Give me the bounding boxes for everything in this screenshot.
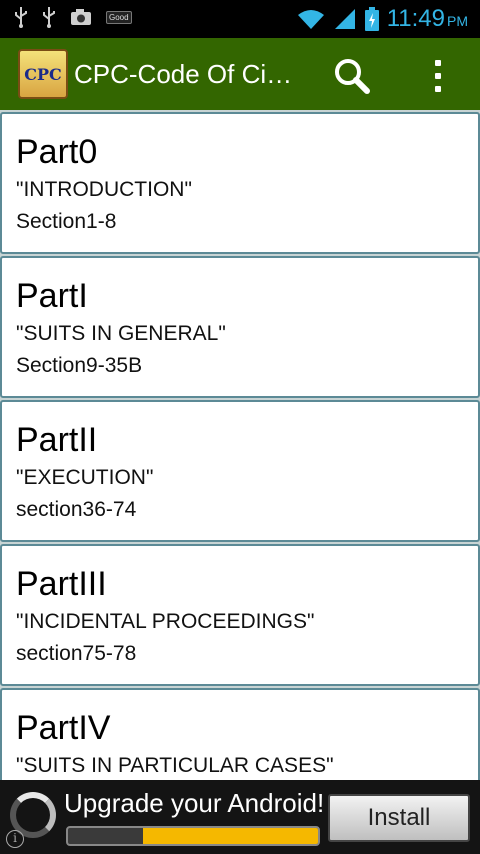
- list-item[interactable]: PartIII "INCIDENTAL PROCEEDINGS" section…: [0, 544, 480, 686]
- part-name: PartI: [16, 277, 88, 315]
- overflow-menu-icon-dot: [435, 73, 441, 79]
- list-item[interactable]: PartII "EXECUTION" section36-74: [0, 400, 480, 542]
- signal-icon: [334, 9, 355, 29]
- notification-icons: Good: [14, 6, 132, 28]
- ad-banner[interactable]: Upgrade your Android! Install: [0, 780, 480, 854]
- part-title: "INTRODUCTION": [16, 178, 192, 201]
- part-title: "EXECUTION": [16, 466, 154, 489]
- list-item[interactable]: PartI "SUITS IN GENERAL" Section9-35B: [0, 256, 480, 398]
- action-bar: CPC CPC-Code Of Civil Procedure: [0, 38, 480, 110]
- clock: 11:49 PM: [387, 5, 468, 33]
- battery-charging-icon: [364, 7, 379, 31]
- list-item[interactable]: Part0 "INTRODUCTION" Section1-8: [0, 112, 480, 254]
- overflow-menu-icon: [435, 60, 441, 66]
- part-sections: Section9-35B: [16, 354, 143, 377]
- part-name: PartII: [16, 421, 98, 459]
- ad-headline: Upgrade your Android!: [64, 788, 325, 818]
- good-badge: Good: [106, 10, 132, 24]
- part-sections: Section1-8: [16, 210, 117, 233]
- parts-list[interactable]: Part0 "INTRODUCTION" Section1-8 PartI "S…: [0, 110, 480, 780]
- info-icon[interactable]: i: [6, 830, 24, 848]
- search-icon: [335, 59, 370, 94]
- part-title: "SUITS IN PARTICULAR CASES": [16, 754, 334, 777]
- ad-progress-fill: [143, 828, 318, 844]
- part-name: Part0: [16, 133, 98, 171]
- camera-icon: [71, 9, 91, 25]
- clock-ampm: PM: [447, 13, 468, 29]
- part-name: PartIV: [16, 709, 111, 747]
- status-bar: Good 11:49 PM: [0, 0, 480, 38]
- app-title: CPC-Code Of Civil Procedure: [74, 58, 294, 89]
- app-icon-label: CPC: [24, 64, 62, 84]
- part-name: PartIII: [16, 565, 107, 603]
- part-sections: section36-74: [16, 498, 137, 521]
- install-button[interactable]: Install: [328, 794, 470, 842]
- wifi-icon: [297, 10, 324, 29]
- usb-icon: [15, 7, 27, 28]
- overflow-menu-icon-dot: [435, 86, 441, 92]
- ad-progress-bar: [66, 826, 320, 846]
- list-item[interactable]: PartIV "SUITS IN PARTICULAR CASES": [0, 688, 480, 780]
- usb-icon: [43, 7, 55, 28]
- app-icon[interactable]: CPC: [18, 49, 68, 99]
- part-title: "SUITS IN GENERAL": [16, 322, 226, 345]
- part-sections: section75-78: [16, 642, 137, 665]
- part-title: "INCIDENTAL PROCEEDINGS": [16, 610, 315, 633]
- clock-time: 11:49: [386, 5, 445, 32]
- search-button[interactable]: [332, 56, 372, 96]
- system-icons: 11:49 PM: [297, 0, 468, 38]
- overflow-menu-button[interactable]: [420, 56, 456, 96]
